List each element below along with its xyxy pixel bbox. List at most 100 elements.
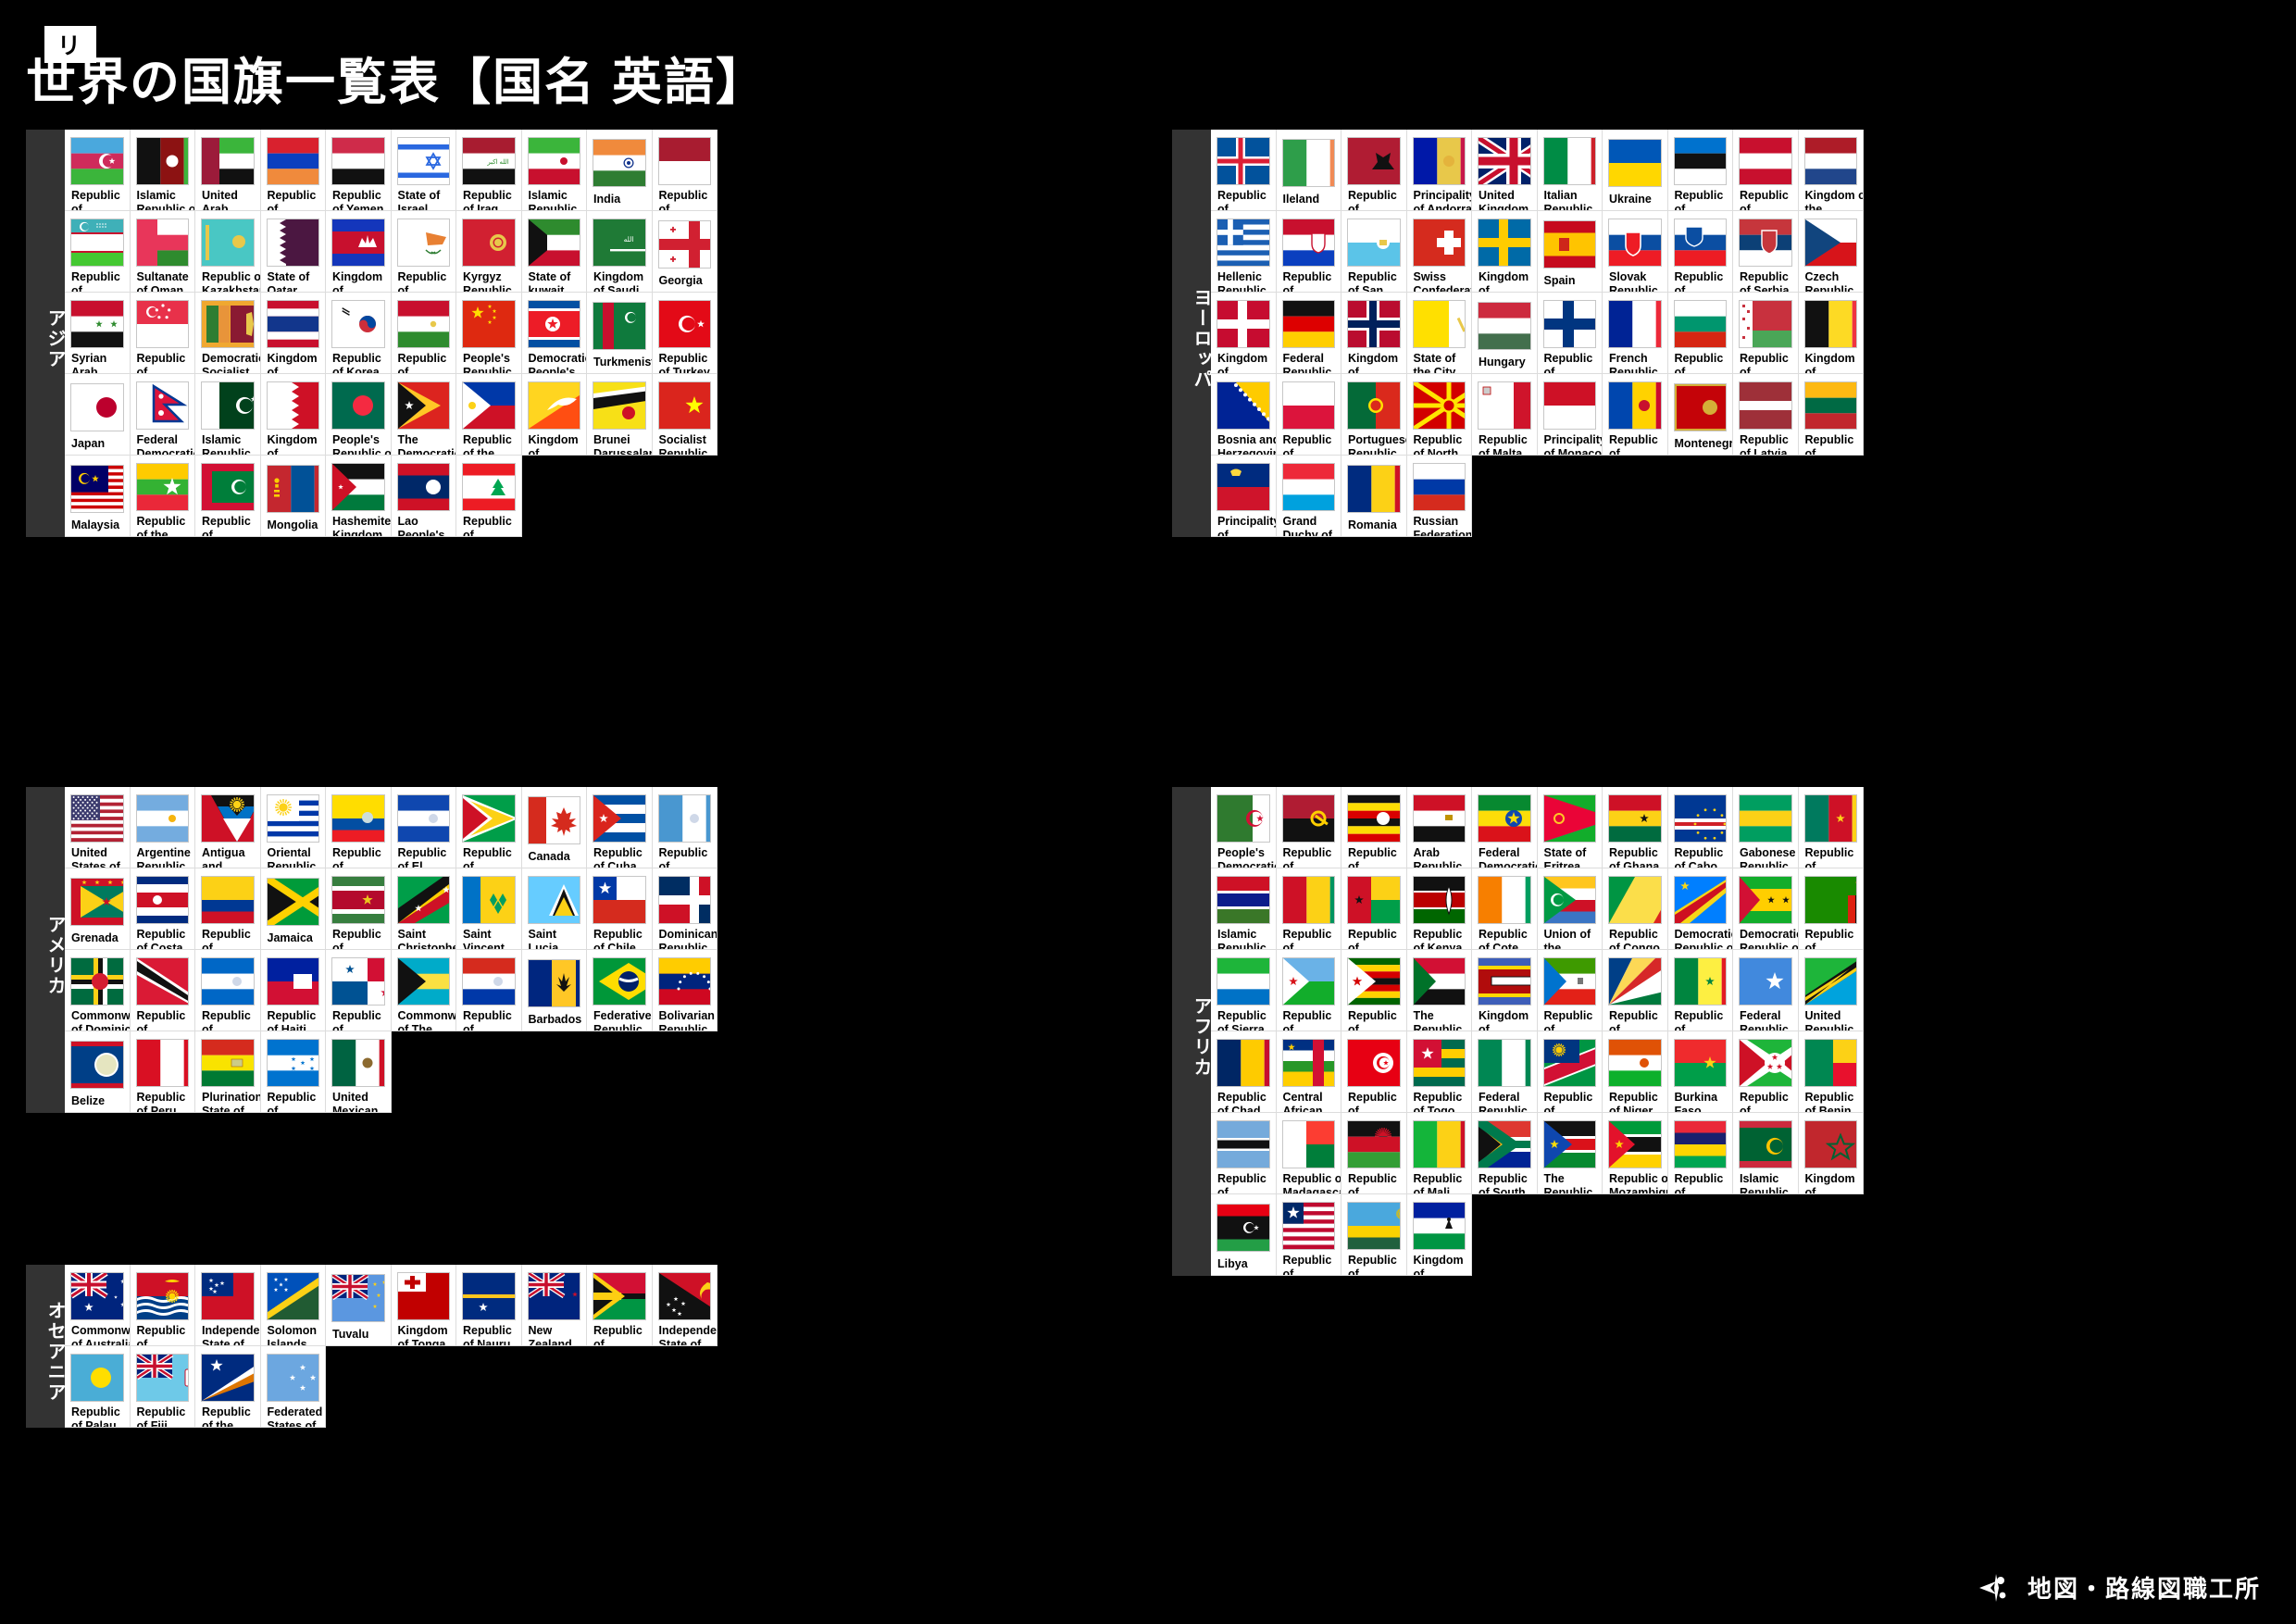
country-cell[interactable]: Republic of Paraguay xyxy=(456,950,522,1031)
country-cell[interactable]: Antigua and Barbuda xyxy=(195,787,261,868)
country-cell[interactable]: Democratic People's Republic of Korea xyxy=(521,293,587,374)
country-cell[interactable]: Bosnia and Herzegovina xyxy=(1211,374,1277,456)
country-cell[interactable]: Republic of Estonia xyxy=(1667,130,1733,211)
country-cell[interactable]: Republic of Indnesia xyxy=(652,130,718,211)
country-cell[interactable]: Kingdom of Morocco xyxy=(1798,1113,1864,1194)
country-cell[interactable]: Brunei Darussalam xyxy=(587,374,653,456)
country-cell[interactable]: Republic of Zambia xyxy=(1798,868,1864,950)
country-cell[interactable]: Portuguese Republic xyxy=(1341,374,1407,456)
country-cell[interactable]: Republic of San Marino xyxy=(1341,211,1407,293)
country-cell[interactable]: Central African Republic xyxy=(1276,1031,1341,1113)
country-cell[interactable]: Republic of Ecuador xyxy=(326,787,392,868)
country-cell[interactable]: Republic of Slovenia xyxy=(1667,211,1733,293)
country-cell[interactable]: Dominican Republic xyxy=(652,868,718,950)
country-cell[interactable]: Republic of Vanuatu xyxy=(587,1265,653,1346)
country-cell[interactable]: Republic of Haiti xyxy=(260,950,326,1031)
country-cell[interactable]: Republic of Sierra Leone xyxy=(1211,950,1277,1031)
country-cell[interactable]: Republic of Seychelles xyxy=(1603,950,1668,1031)
country-cell[interactable]: Hungary xyxy=(1472,293,1538,374)
country-cell[interactable]: Islamic Republic of Afghanistan xyxy=(130,130,195,211)
country-cell[interactable]: New Zealand xyxy=(521,1265,587,1346)
country-cell[interactable]: Kingdom of Thailand xyxy=(260,293,326,374)
country-cell[interactable]: Arab Republic of Egypt xyxy=(1406,787,1472,868)
country-cell[interactable]: Saint Christopher and Nevis xyxy=(391,868,456,950)
country-cell[interactable]: Islamic Republic of the Gambia xyxy=(1211,868,1277,950)
country-cell[interactable]: Islamic Republic of Pakistan xyxy=(195,374,261,456)
country-cell[interactable]: Republic of Panama xyxy=(326,950,392,1031)
country-cell[interactable]: Republic of Senegal xyxy=(1667,950,1733,1031)
country-cell[interactable]: Republic of Djibouti xyxy=(1276,950,1341,1031)
country-cell[interactable]: Socialist Republic of Viet Nam xyxy=(652,374,718,456)
country-cell[interactable]: Montenegro xyxy=(1667,374,1733,456)
country-cell[interactable]: Belize xyxy=(65,1031,131,1113)
country-cell[interactable]: Republic of Honduras xyxy=(260,1031,326,1113)
country-cell[interactable]: الله اكبر Republic of Iraq xyxy=(456,130,522,211)
country-cell[interactable]: Republic of Poland xyxy=(1276,374,1341,456)
country-cell[interactable]: People's Republic of Bangladesh xyxy=(326,374,392,456)
country-cell[interactable]: Democratic Socialist Republic of Sri Lan… xyxy=(195,293,261,374)
country-cell[interactable]: State of the City of Vatican xyxy=(1406,293,1472,374)
country-cell[interactable]: Principality of Monaco xyxy=(1537,374,1603,456)
country-cell[interactable]: Burkina Faso xyxy=(1667,1031,1733,1113)
country-cell[interactable]: Republic of Cuba xyxy=(587,787,653,868)
country-cell[interactable]: Sultanate of Oman xyxy=(130,211,195,293)
country-cell[interactable]: Republic of Chad xyxy=(1211,1031,1277,1113)
country-cell[interactable]: State of Eritrea xyxy=(1537,787,1603,868)
country-cell[interactable]: Kingdom of Tonga xyxy=(391,1265,456,1346)
country-cell[interactable]: People's Republic of China xyxy=(456,293,522,374)
country-cell[interactable]: Kingdom of Cambodia xyxy=(326,211,392,293)
country-cell[interactable]: Republic of Suriname xyxy=(326,868,392,950)
country-cell[interactable]: Libya xyxy=(1211,1194,1277,1276)
country-cell[interactable]: Republic of Botswana xyxy=(1211,1113,1277,1194)
country-cell[interactable]: Republic of Latvia xyxy=(1733,374,1799,456)
country-cell[interactable]: Lao People's Democratic Republic xyxy=(391,456,456,537)
country-cell[interactable]: Kingdom of Bhutan xyxy=(521,374,587,456)
country-cell[interactable]: Republic of Turkey xyxy=(652,293,718,374)
country-cell[interactable]: Republic of Albania xyxy=(1341,130,1407,211)
country-cell[interactable]: Republic of Chile xyxy=(587,868,653,950)
country-cell[interactable]: الله Kingdom of Saudi Arabia xyxy=(587,211,653,293)
country-cell[interactable]: Republic of Austria xyxy=(1733,130,1799,211)
country-cell[interactable]: Republic of Cyprus xyxy=(391,211,456,293)
country-cell[interactable]: Italian Republic xyxy=(1537,130,1603,211)
country-cell[interactable]: Saint Vincent and the Grenadines xyxy=(456,868,522,950)
country-cell[interactable]: Commonwealth of The Bahamas xyxy=(391,950,456,1031)
country-cell[interactable]: Republic of Kenya xyxy=(1406,868,1472,950)
country-cell[interactable]: Republic of Tunisia xyxy=(1341,1031,1407,1113)
country-cell[interactable]: Union of the Comoros xyxy=(1537,868,1603,950)
country-cell[interactable]: Republic of Angola xyxy=(1276,787,1341,868)
country-cell[interactable]: Republic of Armania xyxy=(260,130,326,211)
country-cell[interactable]: Republic of Iceland xyxy=(1211,130,1277,211)
country-cell[interactable]: Republic of Zimbabwe xyxy=(1341,950,1407,1031)
country-cell[interactable]: Republic of Benin xyxy=(1798,1031,1864,1113)
country-cell[interactable]: Republic of Uganda xyxy=(1341,787,1407,868)
country-cell[interactable]: Spain xyxy=(1537,211,1603,293)
country-cell[interactable]: People's Democratic Republic of Algeria xyxy=(1211,787,1277,868)
country-cell[interactable]: Kingdom of Norway xyxy=(1341,293,1407,374)
country-cell[interactable]: Democratic Republic of the Congo xyxy=(1667,868,1733,950)
country-cell[interactable]: Grenada xyxy=(65,868,131,950)
country-cell[interactable]: Saint Lucia xyxy=(521,868,587,950)
country-cell[interactable]: Argentine Republic xyxy=(130,787,195,868)
country-cell[interactable]: Kingdom of Eswatini xyxy=(1472,950,1538,1031)
country-cell[interactable]: Canada xyxy=(521,787,587,868)
country-cell[interactable]: Republic of Mozambique xyxy=(1603,1113,1668,1194)
country-cell[interactable]: United Republic of Tanzania xyxy=(1798,950,1864,1031)
country-cell[interactable]: Islamic Republic of Mauritania xyxy=(1733,1113,1799,1194)
country-cell[interactable]: Commonwealth of Australia xyxy=(65,1265,131,1346)
country-cell[interactable]: Republic of Cameroon xyxy=(1798,787,1864,868)
country-cell[interactable]: Republic of the Philippines xyxy=(456,374,522,456)
country-cell[interactable]: Federative Republic of Brazil xyxy=(587,950,653,1031)
country-cell[interactable]: Republic of Nauru xyxy=(456,1265,522,1346)
country-cell[interactable]: Republic of Guinea xyxy=(1276,868,1341,950)
country-cell[interactable]: Oriental Republic of Uruguay xyxy=(260,787,326,868)
country-cell[interactable]: Republic of Guatemala xyxy=(652,787,718,868)
country-cell[interactable]: Federal Republic of Germany xyxy=(1276,293,1341,374)
country-cell[interactable]: Republic of Croatia xyxy=(1276,211,1341,293)
country-cell[interactable]: Republic of Kazakhstan xyxy=(195,211,261,293)
country-cell[interactable]: Republic of Uzbekistan xyxy=(65,211,131,293)
country-cell[interactable]: Republic of Rwanda xyxy=(1341,1194,1407,1276)
country-cell[interactable]: Ukraine xyxy=(1603,130,1668,211)
country-cell[interactable]: Kingdom of Denmark xyxy=(1211,293,1277,374)
country-cell[interactable]: United States of America xyxy=(65,787,131,868)
